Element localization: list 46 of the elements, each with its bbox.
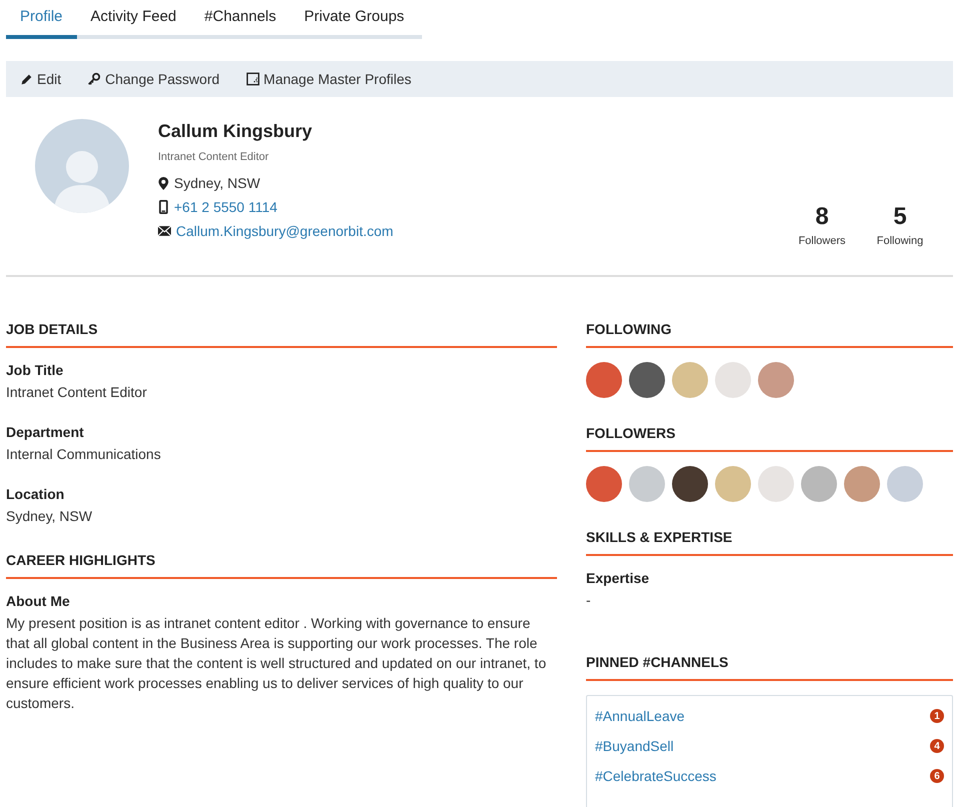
field-label: Job Title (6, 362, 64, 378)
section-heading: JOB DETAILS (6, 321, 557, 348)
profile-name: Callum Kingsbury (158, 121, 314, 142)
field-label: Location (6, 486, 66, 502)
toolbar-button[interactable]: Edit (20, 71, 62, 87)
count-badge: 4 (930, 739, 944, 753)
field-value: Internal Communications (6, 445, 162, 464)
field-value: - (586, 591, 592, 610)
field-value: My present position is as intranet content editor . Working with governance to ensure that all global content in the Business Area is supporting our work processes. The role includes to make sure that the content is well structured and updated on our intranet, to ensure efficient work processes enabling us to deliver services of high quality to our customers. (6, 614, 548, 713)
pencil-icon (20, 72, 33, 86)
count-badge: 1 (930, 709, 944, 723)
field-label: Expertise (586, 570, 650, 586)
mobile-phone-icon (158, 200, 169, 214)
channel-link[interactable]: #CelebrateSuccess (595, 768, 716, 784)
field-label: About Me (6, 593, 71, 609)
field-label: Department (6, 424, 85, 440)
profile-job-title: Intranet Content Editor (158, 151, 270, 163)
tab[interactable]: #Channels (190, 0, 290, 39)
count-badge: 6 (930, 769, 944, 783)
stat-count: 5 (892, 203, 908, 231)
section-heading: CAREER HIGHLIGHTS (6, 552, 557, 579)
field-value: Intranet Content Editor (6, 383, 148, 402)
channel-link[interactable]: #AnnualLeave (595, 708, 685, 724)
toolbar-button[interactable]: Change Password (87, 71, 220, 87)
envelope-icon (158, 226, 171, 236)
email-link[interactable]: Callum.Kingsbury@greenorbit.com (176, 223, 394, 239)
section-heading: FOLLOWERS (586, 425, 953, 452)
tab[interactable]: Activity Feed (76, 0, 190, 39)
location-pin-icon (158, 176, 169, 190)
phone-link[interactable]: +61 2 5550 1114 (174, 199, 278, 215)
tab[interactable]: Profile (6, 0, 77, 39)
tab[interactable]: Private Groups (290, 0, 418, 39)
field-value: Sydney, NSW (6, 507, 94, 526)
screen-icon (246, 72, 260, 86)
section-heading: FOLLOWING (586, 321, 953, 348)
stat-label[interactable]: Following (875, 235, 925, 247)
stat-count: 8 (814, 203, 830, 231)
avatar-placeholder[interactable] (629, 362, 665, 398)
section-heading: PINNED #CHANNELS (586, 654, 953, 681)
avatar-placeholder[interactable] (672, 466, 708, 502)
toolbar-button[interactable]: Manage Master Profiles (246, 71, 412, 87)
location-text: Sydney, NSW (174, 175, 260, 191)
section-heading: SKILLS & EXPERTISE (586, 529, 953, 556)
stat-label[interactable]: Followers (797, 235, 847, 247)
key-icon (87, 72, 102, 86)
channel-link[interactable]: #BuyandSell (595, 738, 674, 754)
